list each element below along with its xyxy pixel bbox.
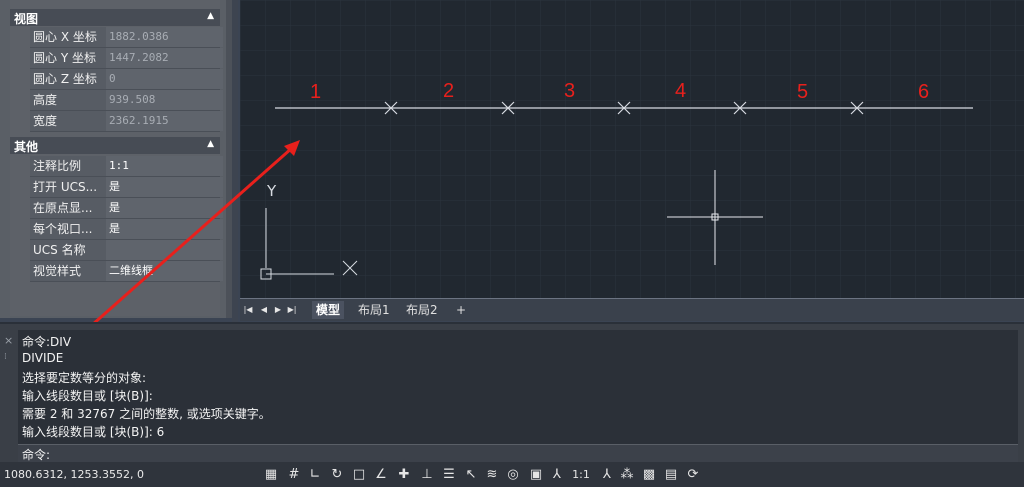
layout-tabs-bar: |◀ ◀ ▶ ▶| 模型 布局1 布局2 + <box>240 298 1024 321</box>
object-snap-icon[interactable]: □ <box>350 466 368 484</box>
snap-mode-icon[interactable]: # <box>285 466 303 484</box>
command-history <box>18 330 1018 445</box>
lineweight-icon[interactable]: ☰ <box>440 466 458 484</box>
command-history-line: 选择要定数等分的对象: <box>22 371 147 385</box>
add-layout-button[interactable]: + <box>452 301 470 319</box>
prev-tab-icon[interactable]: ◀ <box>258 303 270 317</box>
dynamic-ucs-icon[interactable]: ✚ <box>395 466 413 484</box>
command-history-line: 命令:DIV <box>22 335 72 349</box>
clean-screen-icon[interactable]: ⟳ <box>684 466 702 484</box>
zoom-icon[interactable]: ◎ <box>504 466 522 484</box>
dynamic-input-icon[interactable]: ⊥ <box>418 466 436 484</box>
object-snap-tracking-icon[interactable]: ∠ <box>372 466 390 484</box>
next-tab-icon[interactable]: ▶ <box>272 303 284 317</box>
hatch-icon[interactable]: ▩ <box>640 466 658 484</box>
workspace-icon[interactable]: ▣ <box>527 466 545 484</box>
annotation-autoscale-icon[interactable]: ⁂ <box>618 466 636 484</box>
layers-icon[interactable]: ≋ <box>483 466 501 484</box>
tab-model[interactable]: 模型 <box>312 301 345 319</box>
ortho-mode-icon[interactable]: ∟ <box>306 466 324 484</box>
command-history-line: DIVIDE <box>22 351 64 365</box>
autoscale-icon[interactable]: ⅄ <box>598 466 616 484</box>
command-prompt: 命令: <box>22 448 51 462</box>
close-icon[interactable]: × <box>4 334 13 347</box>
command-history-line: 需要 2 和 32767 之间的整数, 或选项关键字。 <box>22 407 271 421</box>
first-tab-icon[interactable]: |◀ <box>242 303 254 317</box>
properties-toggle-icon[interactable]: ▤ <box>662 466 680 484</box>
annotation-visibility-icon[interactable]: ⅄ <box>548 466 566 484</box>
annotation-scale-label[interactable]: 1:1 <box>566 466 596 484</box>
grid-display-icon[interactable]: ▦ <box>262 466 280 484</box>
command-history-line: 输入线段数目或 [块(B)]: 6 <box>22 425 165 439</box>
coordinate-readout[interactable]: 1080.6312, 1253.3552, 0 <box>4 468 144 481</box>
tab-layout2[interactable]: 布局2 <box>402 301 442 319</box>
grip-icon[interactable]: ⁞ <box>4 352 7 362</box>
last-tab-icon[interactable]: ▶| <box>286 303 298 317</box>
selection-cycling-icon[interactable]: ↖ <box>462 466 480 484</box>
polar-tracking-icon[interactable]: ↻ <box>328 466 346 484</box>
command-history-line: 输入线段数目或 [块(B)]: <box>22 389 153 403</box>
command-input[interactable]: 命令: <box>18 444 1018 463</box>
tab-layout1[interactable]: 布局1 <box>354 301 394 319</box>
